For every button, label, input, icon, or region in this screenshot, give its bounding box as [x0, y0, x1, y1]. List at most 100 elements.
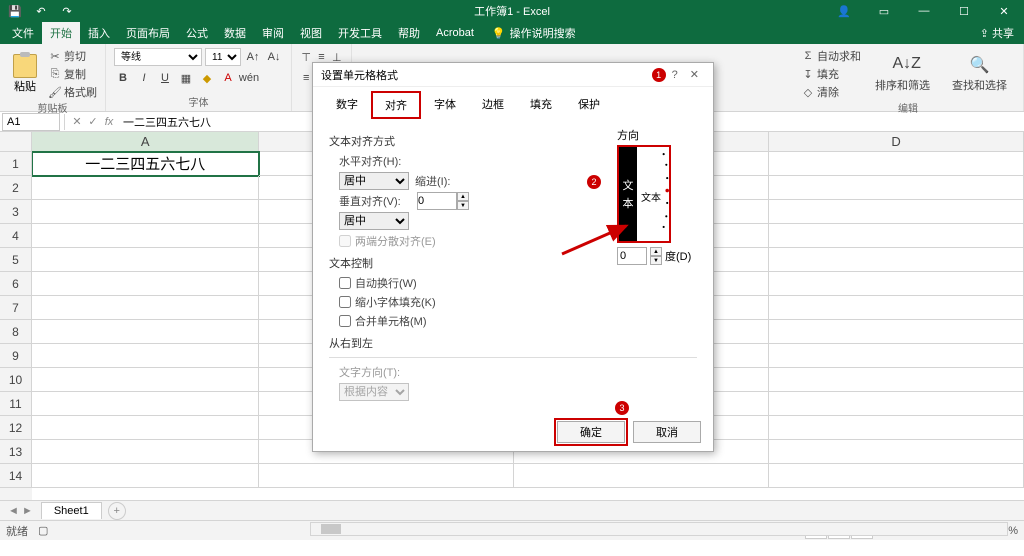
cell[interactable] — [769, 416, 1024, 440]
vertical-text-button[interactable]: 文本 — [619, 147, 637, 241]
cell[interactable] — [769, 200, 1024, 224]
cell[interactable] — [32, 392, 259, 416]
row-header[interactable]: 1 — [0, 152, 32, 176]
cell[interactable] — [32, 200, 259, 224]
align-top-icon[interactable]: ⊤ — [300, 48, 312, 66]
row-header[interactable]: 12 — [0, 416, 32, 440]
tab-developer[interactable]: 开发工具 — [330, 22, 390, 44]
row-header[interactable]: 14 — [0, 464, 32, 488]
bold-button[interactable]: B — [114, 69, 132, 87]
increase-font-icon[interactable]: A↑ — [244, 48, 262, 66]
degrees-input[interactable] — [617, 247, 647, 265]
record-macro-icon[interactable]: ▢ — [38, 524, 58, 537]
format-painter-button[interactable]: 🖌格式刷 — [48, 84, 97, 100]
tab-number[interactable]: 数字 — [323, 91, 371, 119]
text-direction-select[interactable]: 根据内容 — [339, 383, 409, 401]
select-all-button[interactable] — [0, 132, 32, 152]
cut-button[interactable]: ✂剪切 — [48, 48, 97, 64]
cell[interactable] — [769, 440, 1024, 464]
cell-a1[interactable]: 一二三四五六七八 — [32, 152, 259, 176]
cell[interactable] — [769, 224, 1024, 248]
cell[interactable] — [769, 296, 1024, 320]
cell[interactable] — [32, 176, 259, 200]
col-header-a[interactable]: A — [32, 132, 259, 152]
col-header-d[interactable]: D — [769, 132, 1024, 152]
tab-home[interactable]: 开始 — [42, 22, 80, 44]
cell[interactable] — [32, 296, 259, 320]
horizontal-scrollbar[interactable] — [310, 522, 1008, 536]
cell[interactable] — [32, 320, 259, 344]
h-align-select[interactable]: 居中 — [339, 172, 409, 190]
cell[interactable] — [769, 152, 1024, 176]
orientation-dial[interactable]: 文本 — [637, 147, 669, 241]
tab-file[interactable]: 文件 — [4, 22, 42, 44]
fx-icon[interactable]: fx — [101, 116, 117, 128]
merge-cells-checkbox[interactable] — [339, 315, 351, 327]
tab-review[interactable]: 审阅 — [254, 22, 292, 44]
undo-icon[interactable]: ↶ — [30, 0, 52, 22]
cell[interactable] — [32, 248, 259, 272]
row-header[interactable]: 10 — [0, 368, 32, 392]
border-button[interactable]: ▦ — [177, 69, 195, 87]
shrink-fit-checkbox[interactable] — [339, 296, 351, 308]
cell[interactable] — [32, 416, 259, 440]
tab-view[interactable]: 视图 — [292, 22, 330, 44]
spin-down-icon[interactable]: ▼ — [457, 201, 469, 210]
save-icon[interactable]: 💾 — [4, 0, 26, 22]
ok-button[interactable]: 确定 — [557, 421, 625, 443]
spin-up-icon[interactable]: ▲ — [650, 247, 662, 256]
cell[interactable] — [769, 272, 1024, 296]
row-header[interactable]: 3 — [0, 200, 32, 224]
sheet-tab[interactable]: Sheet1 — [41, 502, 102, 519]
cell[interactable] — [769, 368, 1024, 392]
font-name-select[interactable]: 等线 — [114, 48, 202, 66]
sheet-nav[interactable]: ◄ ► — [8, 505, 41, 517]
tab-data[interactable]: 数据 — [216, 22, 254, 44]
autosum-button[interactable]: Σ自动求和 — [801, 48, 861, 64]
dialog-help-icon[interactable]: ? — [666, 69, 684, 81]
italic-button[interactable]: I — [135, 69, 153, 87]
close-icon[interactable]: ✕ — [984, 0, 1024, 22]
tab-formulas[interactable]: 公式 — [178, 22, 216, 44]
cell[interactable] — [32, 272, 259, 296]
sort-filter-button[interactable]: A↓Z排序和筛选 — [867, 48, 938, 100]
cell[interactable] — [32, 368, 259, 392]
cell[interactable] — [769, 320, 1024, 344]
cell[interactable] — [32, 440, 259, 464]
row-header[interactable]: 13 — [0, 440, 32, 464]
tab-font[interactable]: 字体 — [421, 91, 469, 119]
orientation-control[interactable]: 文本 文本 — [617, 145, 671, 243]
cell[interactable] — [769, 248, 1024, 272]
spin-down-icon[interactable]: ▼ — [650, 256, 662, 265]
font-color-button[interactable]: A — [219, 69, 237, 87]
row-header[interactable]: 4 — [0, 224, 32, 248]
cell[interactable] — [32, 344, 259, 368]
tab-acrobat[interactable]: Acrobat — [428, 22, 482, 44]
cell[interactable] — [769, 176, 1024, 200]
row-header[interactable]: 7 — [0, 296, 32, 320]
find-select-button[interactable]: 🔍查找和选择 — [944, 48, 1015, 100]
wrap-text-checkbox[interactable] — [339, 277, 351, 289]
tab-fill[interactable]: 填充 — [517, 91, 565, 119]
tab-insert[interactable]: 插入 — [80, 22, 118, 44]
row-header[interactable]: 11 — [0, 392, 32, 416]
spin-up-icon[interactable]: ▲ — [457, 192, 469, 201]
redo-icon[interactable]: ↷ — [56, 0, 78, 22]
row-header[interactable]: 5 — [0, 248, 32, 272]
tab-protection[interactable]: 保护 — [565, 91, 613, 119]
fill-button[interactable]: ↧填充 — [801, 66, 861, 82]
add-sheet-button[interactable]: + — [108, 502, 126, 520]
font-size-select[interactable]: 11 — [205, 48, 241, 66]
tab-border[interactable]: 边框 — [469, 91, 517, 119]
v-align-select[interactable]: 居中 — [339, 212, 409, 230]
clear-button[interactable]: ◇清除 — [801, 84, 861, 100]
cell[interactable] — [769, 464, 1024, 488]
scrollbar-thumb[interactable] — [321, 524, 341, 534]
decrease-font-icon[interactable]: A↓ — [265, 48, 283, 66]
indent-input[interactable] — [417, 192, 457, 210]
cell[interactable] — [259, 464, 514, 488]
underline-button[interactable]: U — [156, 69, 174, 87]
row-header[interactable]: 9 — [0, 344, 32, 368]
cell[interactable] — [769, 344, 1024, 368]
user-icon[interactable]: 👤 — [824, 0, 864, 22]
